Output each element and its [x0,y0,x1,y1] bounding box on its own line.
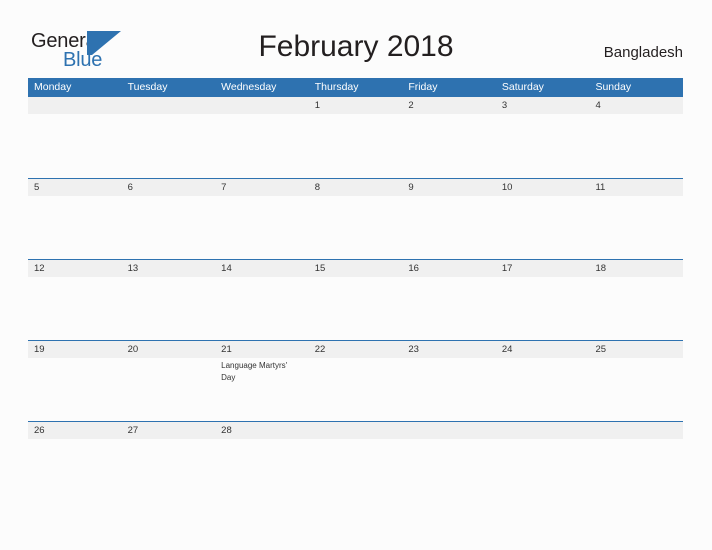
weekday-header-wednesday: Wednesday [221,81,277,93]
day-cell[interactable]: 19 [28,341,122,422]
day-cell[interactable]: 22 [309,341,403,422]
day-number: 24 [501,344,513,355]
day-cell[interactable]: 23 [402,341,496,422]
day-number: 18 [595,263,607,274]
day-cell-empty [122,97,216,178]
calendar-body: 1 2 3 4 5 6 7 8 9 10 11 12 13 14 15 16 17 18 19 20 21 Languag… [28,97,683,502]
day-cell-empty [309,422,403,503]
holiday-label: Language Martyrs' Day [221,361,288,382]
calendar-week-row: 26 27 28 [28,421,683,502]
day-cell[interactable]: 28 [215,422,309,503]
day-cell[interactable]: 9 [402,179,496,260]
weekday-header-monday: Monday [34,81,72,93]
weekday-header-friday: Friday [408,81,438,93]
day-number: 17 [501,263,513,274]
day-cell[interactable]: 8 [309,179,403,260]
day-number: 5 [34,182,40,193]
page-header: General Blue February 2018 Bangladesh [0,0,712,78]
day-cell[interactable]: 15 [309,260,403,341]
day-cell[interactable]: 14 [215,260,309,341]
day-cell[interactable]: 17 [496,260,590,341]
week-cells: 19 20 21 Language Martyrs' Day 22 23 24 25 [28,341,683,422]
day-cell[interactable]: 25 [589,341,683,422]
day-number: 20 [127,344,139,355]
day-cell-empty [496,422,590,503]
day-number: 27 [127,425,139,436]
day-number: 11 [595,182,606,193]
day-number: 14 [221,263,232,274]
weekday-header-thursday: Thursday [314,81,359,93]
day-cell[interactable]: 4 [589,97,683,178]
day-cell[interactable]: 3 [496,97,590,178]
calendar-week-row: 1 2 3 4 [28,97,683,178]
calendar-week-row: 12 13 14 15 16 17 18 [28,259,683,340]
day-cell[interactable]: 13 [122,260,216,341]
day-number: 7 [221,182,227,193]
day-cell[interactable]: 27 [122,422,216,503]
day-cell[interactable]: 26 [28,422,122,503]
day-cell[interactable]: 6 [122,179,216,260]
day-number: 26 [34,425,45,436]
day-number: 2 [408,100,414,111]
weekday-header-sunday: Sunday [595,81,632,93]
day-cell-empty [28,97,122,178]
day-events: Language Martyrs' Day [221,360,309,383]
day-number: 25 [595,344,607,355]
day-cell-empty [402,422,496,503]
weekday-header-row: Monday Tuesday Wednesday Thursday Friday… [28,78,683,97]
day-cell[interactable]: 2 [402,97,496,178]
day-cell[interactable]: 16 [402,260,496,341]
day-number: 1 [314,100,321,111]
day-number: 15 [314,263,326,274]
day-number: 19 [34,344,45,355]
day-cell[interactable]: 20 [122,341,216,422]
weekday-header-saturday: Saturday [501,81,544,93]
country-label: Bangladesh [603,44,683,61]
day-cell[interactable]: 10 [496,179,590,260]
week-cells: 12 13 14 15 16 17 18 [28,260,683,341]
calendar-week-row: 19 20 21 Language Martyrs' Day 22 23 24 25 [28,340,683,421]
day-number: 13 [127,263,139,274]
weekday-header-tuesday: Tuesday [127,81,168,93]
day-cell[interactable]: 24 [496,341,590,422]
week-cells: 1 2 3 4 [28,97,683,178]
day-cell[interactable]: 18 [589,260,683,341]
month-calendar: Monday Tuesday Wednesday Thursday Friday… [28,78,683,502]
week-cells: 26 27 28 [28,422,683,503]
day-cell[interactable]: 5 [28,179,122,260]
day-number: 16 [408,263,419,274]
week-cells: 5 6 7 8 9 10 11 [28,179,683,260]
day-cell[interactable]: 21 Language Martyrs' Day [215,341,309,422]
day-number: 3 [501,100,508,111]
day-number: 8 [314,182,321,193]
day-number: 28 [221,425,232,436]
day-cell[interactable]: 11 [589,179,683,260]
day-number: 23 [408,344,419,355]
day-cell-empty [589,422,683,503]
day-number: 4 [595,100,601,111]
calendar-page: General Blue February 2018 Bangladesh Mo… [0,0,712,550]
day-number: 12 [34,263,45,274]
day-number: 10 [501,182,513,193]
day-cell-empty [215,97,309,178]
day-cell[interactable]: 7 [215,179,309,260]
calendar-week-row: 5 6 7 8 9 10 11 [28,178,683,259]
day-number: 22 [314,344,326,355]
day-number: 21 [221,344,232,355]
day-cell[interactable]: 1 [309,97,403,178]
day-cell[interactable]: 12 [28,260,122,341]
day-number: 9 [408,182,414,193]
day-number: 6 [127,182,133,193]
